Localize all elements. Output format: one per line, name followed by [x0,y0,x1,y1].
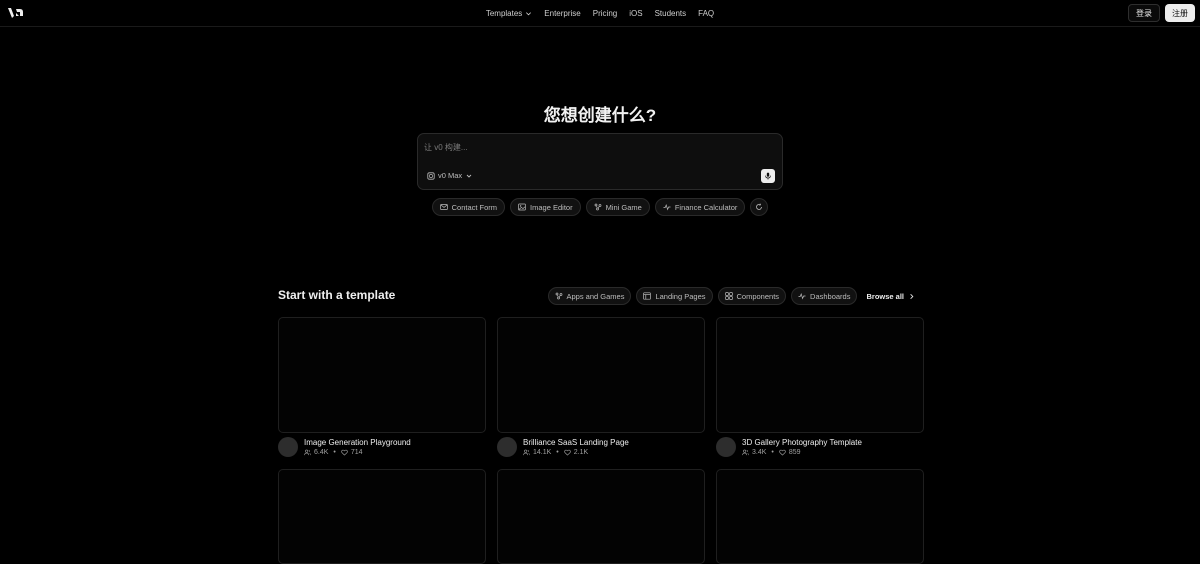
model-selector[interactable]: v0 Max [427,171,473,180]
model-icon [427,171,435,180]
filter-dashboards[interactable]: Dashboards [791,287,858,305]
login-button[interactable]: 登录 [1128,4,1160,22]
suggestion-contact-form[interactable]: Contact Form [431,198,506,216]
likes-count: 2.1K [573,449,589,456]
browse-all-label: Browse all [866,291,904,301]
game-icon [594,203,601,211]
prompt-input[interactable] [424,140,764,154]
avatar[interactable] [278,437,298,457]
prompt-box: v0 Max [417,133,783,190]
chevron-right-icon [910,293,914,299]
filter-label: Dashboards [810,291,851,301]
avatar[interactable] [716,437,736,457]
nav-pricing-label: Pricing [592,9,618,18]
template-card-title[interactable]: Image Generation Playground [304,438,411,447]
heart-icon [779,449,786,456]
chevron-down-icon [526,12,532,16]
likes-count: 714 [350,449,363,456]
refresh-suggestions-button[interactable] [750,198,769,216]
suggestion-label: Mini Game [605,202,642,212]
suggestion-chips: Contact Form Image Editor Mini Game Fina… [0,198,1200,216]
nav-templates[interactable]: Templates [486,9,532,18]
separator-dot: • [333,449,336,456]
top-bar: Templates Enterprise Pricing iOS Student… [0,0,1200,27]
signup-button[interactable]: 注册 [1165,4,1195,22]
suggestion-label: Finance Calculator [674,202,738,212]
nav-students[interactable]: Students [655,9,687,18]
separator-dot: • [771,449,774,456]
nav-enterprise[interactable]: Enterprise [544,9,580,18]
template-card-preview[interactable] [278,317,486,433]
suggestion-mini-game[interactable]: Mini Game [585,198,650,216]
suggestion-label: Image Editor [530,202,573,212]
chevron-down-icon [466,174,472,178]
grid-icon [724,292,733,300]
avatar[interactable] [497,437,517,457]
users-count: 3.4K [752,449,767,456]
filter-label: Apps and Games [566,291,625,301]
nav-faq[interactable]: FAQ [698,9,714,18]
filter-apps-and-games[interactable]: Apps and Games [547,287,632,305]
template-filters: Apps and Games Landing Pages Components … [547,287,916,305]
hero-title: 您想创建什么? [543,106,657,125]
nav-faq-label: FAQ [698,9,715,18]
template-card-preview[interactable] [716,317,924,433]
template-card-title[interactable]: 3D Gallery Photography Template [742,438,862,447]
template-card-title[interactable]: Brilliance SaaS Landing Page [523,438,629,447]
template-card-meta: Brilliance SaaS Landing Page 14.1K • 2.1… [497,437,705,461]
heart-icon [341,449,348,456]
auth-buttons: 登录 注册 [1128,4,1195,22]
suggestion-finance-calculator[interactable]: Finance Calculator [654,198,746,216]
model-label: v0 Max [438,171,463,180]
template-card-preview[interactable] [278,469,486,564]
apps-icon [555,292,562,300]
nav-enterprise-label: Enterprise [544,9,581,18]
suggestion-image-editor[interactable]: Image Editor [510,198,581,216]
browse-all-link[interactable]: Browse all [866,292,915,301]
users-icon [523,449,530,456]
users-count: 6.4K [314,449,329,456]
users-count: 14.1K [533,449,552,456]
nav-ios[interactable]: iOS [629,9,642,18]
layout-icon [643,292,652,300]
nav-pricing[interactable]: Pricing [593,9,617,18]
microphone-button[interactable] [761,169,775,183]
nav-ios-label: iOS [629,9,643,18]
filter-label: Landing Pages [655,291,706,301]
pulse-icon [798,292,806,300]
template-card-preview[interactable] [497,317,705,433]
template-card-stats: 6.4K • 714 [304,449,363,456]
template-card-meta: 3D Gallery Photography Template 3.4K • 8… [716,437,924,461]
users-icon [742,449,749,456]
template-card-meta: Image Generation Playground 6.4K • 714 [278,437,486,461]
template-card-stats: 14.1K • 2.1K [523,449,588,456]
mail-icon [439,204,448,210]
template-card-preview[interactable] [497,469,705,564]
pulse-icon [663,203,671,211]
users-icon [304,449,311,456]
microphone-icon [765,172,771,180]
main-nav: Templates Enterprise Pricing iOS Student… [0,0,1200,27]
template-card-stats: 3.4K • 859 [742,449,801,456]
filter-components[interactable]: Components [717,287,787,305]
suggestion-label: Contact Form [451,202,498,212]
refresh-icon [756,203,763,210]
separator-dot: • [556,449,559,456]
filter-label: Components [736,291,780,301]
template-card-preview[interactable] [716,469,924,564]
image-icon [518,203,526,211]
heart-icon [564,449,571,456]
filter-landing-pages[interactable]: Landing Pages [636,287,713,305]
templates-section-title: Start with a template [278,288,396,302]
nav-templates-label: Templates [485,9,523,18]
likes-count: 859 [788,449,801,456]
nav-students-label: Students [654,9,687,18]
